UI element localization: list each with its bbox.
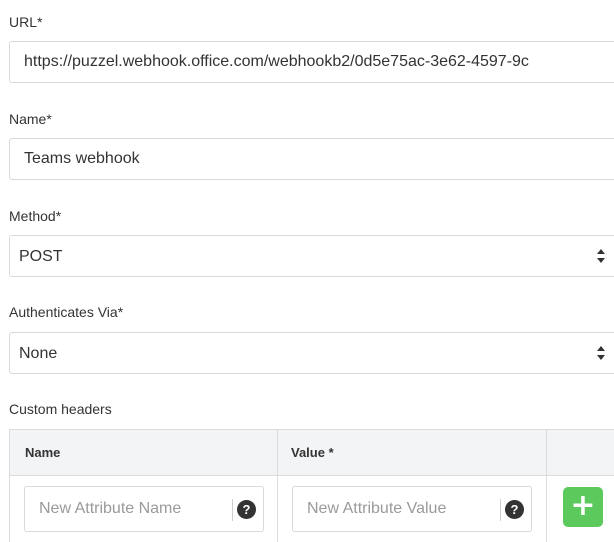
auth-label: Authenticates Via*	[9, 304, 124, 320]
sort-arrows-icon	[597, 346, 605, 360]
method-label: Method*	[9, 208, 62, 224]
name-field-box	[9, 138, 614, 180]
url-field-box	[9, 41, 614, 83]
method-selected-value: POST	[19, 248, 63, 265]
question-circle-icon[interactable]: ?	[505, 500, 524, 519]
input-separator	[232, 499, 233, 521]
table-header: Name Value *	[10, 430, 614, 476]
url-input[interactable]	[10, 42, 614, 82]
name-label: Name*	[9, 111, 52, 127]
sort-arrows-icon	[597, 249, 605, 263]
name-input[interactable]	[10, 139, 614, 179]
auth-select[interactable]: None	[9, 332, 614, 374]
custom-headers-label: Custom headers	[9, 401, 112, 417]
plus-icon: +	[570, 488, 596, 523]
custom-headers-table: Name Value * ? ? +	[9, 429, 614, 542]
auth-selected-value: None	[19, 345, 58, 362]
url-label: URL*	[9, 14, 43, 30]
new-attribute-name-box: ?	[24, 486, 264, 532]
input-separator	[500, 499, 501, 521]
column-header-name: Name	[25, 445, 61, 460]
question-circle-icon[interactable]: ?	[237, 500, 256, 519]
new-attribute-name-input[interactable]	[25, 487, 231, 531]
new-attribute-value-input[interactable]	[293, 487, 499, 531]
add-header-button[interactable]: +	[563, 487, 603, 527]
new-attribute-value-box: ?	[292, 486, 532, 532]
column-divider	[546, 430, 547, 542]
method-select[interactable]: POST	[9, 235, 614, 277]
column-divider	[277, 430, 278, 542]
column-header-value: Value *	[291, 445, 334, 460]
webhook-form: URL* Name* Method* POST Authenticates Vi…	[0, 0, 614, 542]
